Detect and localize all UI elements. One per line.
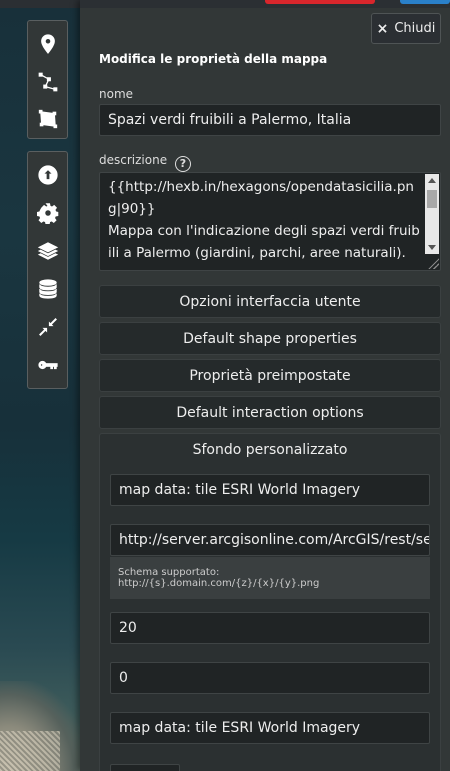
help-icon[interactable]: ? [174,155,191,172]
close-button[interactable]: × Chiudi [371,13,441,44]
scroll-up-arrow-icon[interactable] [428,178,436,183]
map-top-strip [0,0,80,8]
description-label: descrizione [99,153,168,167]
min-zoom-field[interactable]: 0 [110,662,430,694]
resize-handle-icon[interactable] [427,257,439,269]
name-field[interactable]: Spazi verdi fruibili a Palermo, Italia [99,104,441,136]
center-zoom-button[interactable] [30,308,66,346]
draw-polyline-button[interactable] [30,63,66,101]
import-data-button[interactable] [30,156,66,194]
polyline-icon [38,72,57,91]
name-label: nome [99,87,134,101]
draw-marker-button[interactable] [30,25,66,63]
top-red-button-edge[interactable] [265,0,375,4]
panel-title: Modifica le proprietà della mappa [99,52,328,66]
tms-toggle[interactable] [110,764,180,771]
tilelayer-url-field[interactable]: http://server.arcgisonline.com/ArcGIS/re… [110,524,430,556]
manage-layers-button[interactable] [30,232,66,270]
settings-toolbar [27,151,68,389]
top-bar [80,0,450,8]
permissions-button[interactable] [30,346,66,384]
description-text: {{http://hexb.in/hexagons/opendatasicili… [108,179,420,261]
layers-icon [37,242,58,260]
map-settings-button[interactable] [30,194,66,232]
attribution-field[interactable]: map data: tile ESRI World Imagery [110,712,430,744]
scroll-down-arrow-icon[interactable] [428,245,436,250]
section-default-shape-properties[interactable]: Default shape properties [99,322,441,355]
edit-toolbar [27,20,68,139]
scroll-thumb[interactable] [427,190,437,208]
description-label-row: descrizione ? [99,153,191,172]
close-icon: × [376,20,389,37]
upload-icon [37,165,58,185]
draw-polygon-button[interactable] [30,100,66,138]
tilelayer-name-field[interactable]: map data: tile ESRI World Imagery [110,474,430,506]
close-label: Chiudi [394,21,436,36]
section-default-properties[interactable]: Proprietà preimpostate [99,359,441,392]
url-help-text: Schema supportato: http://{s}.domain.com… [110,557,430,599]
manage-datalayers-button[interactable] [30,270,66,308]
polygon-icon [38,110,57,129]
map-properties-panel: × Chiudi Modifica le proprietà della map… [80,0,450,771]
description-scrollbar[interactable] [425,174,439,254]
description-textarea[interactable]: {{http://hexb.in/hexagons/opendatasicili… [99,172,441,271]
section-ui-options[interactable]: Opzioni interfaccia utente [99,285,441,318]
max-zoom-field[interactable]: 20 [110,612,430,644]
section-default-interaction-options[interactable]: Default interaction options [99,396,441,429]
compress-icon [38,318,57,336]
marker-icon [40,34,55,54]
key-icon [37,360,58,370]
section-custom-background[interactable]: Sfondo personalizzato [99,433,441,466]
map-city-area [0,731,60,771]
gear-icon [36,203,58,224]
database-icon [38,279,57,299]
top-blue-button-edge[interactable] [400,0,450,4]
